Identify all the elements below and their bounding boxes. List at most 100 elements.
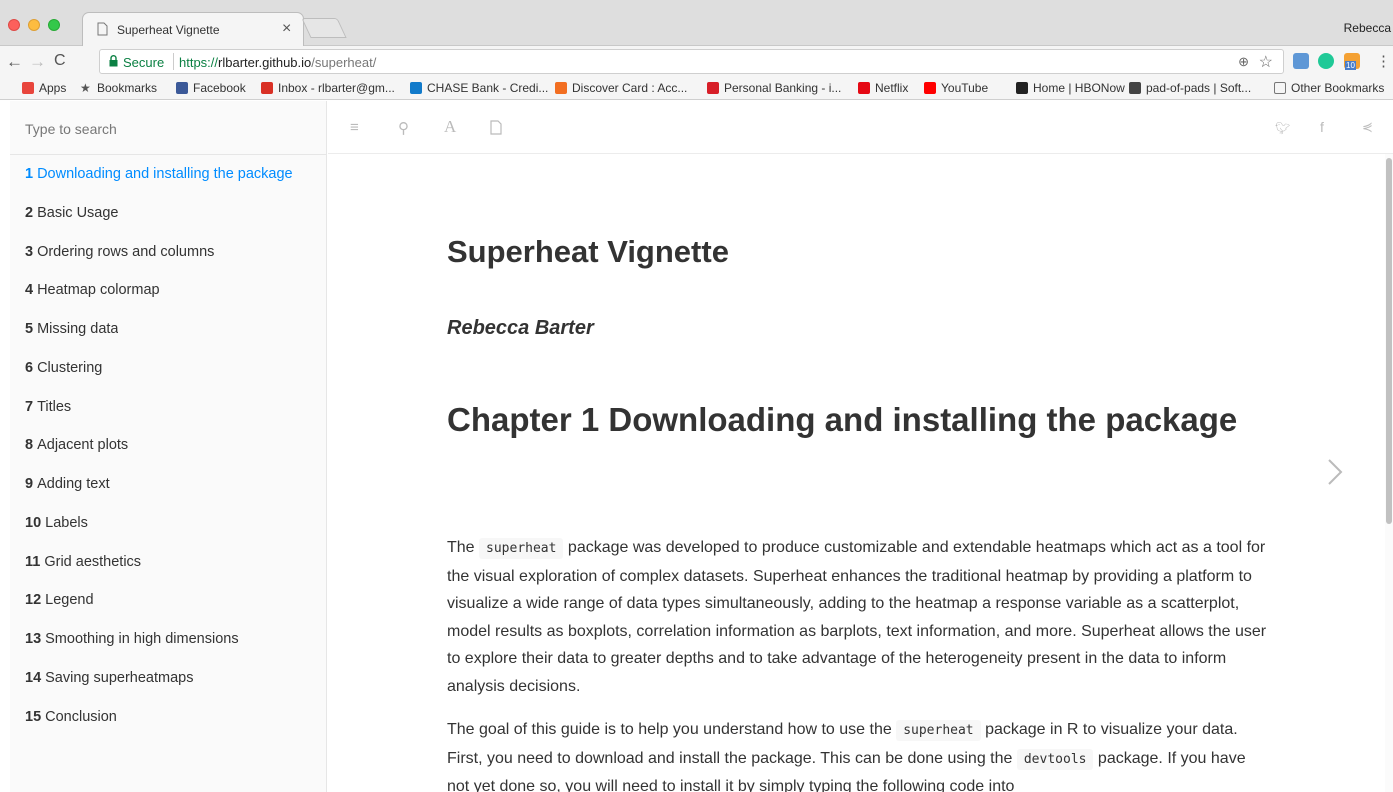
toc-item-number: 4 [25, 282, 34, 299]
toc-item-label: Titles [37, 398, 72, 415]
tab-title: Superheat Vignette [117, 23, 220, 37]
toc-item[interactable]: 2 Basic Usage [25, 205, 118, 221]
toc-item-label: Adding text [37, 476, 110, 492]
notes-extension-icon[interactable] [1293, 53, 1309, 69]
hamburger-menu-icon[interactable]: ≡ [350, 119, 359, 136]
bookmark-item[interactable]: ★ Bookmarks [80, 81, 157, 95]
bookmark-label: Personal Banking - i... [724, 81, 842, 95]
folder-icon [1274, 82, 1286, 94]
minimize-window-button[interactable] [28, 19, 40, 31]
toc-item[interactable]: 3 Ordering rows and columns [25, 244, 214, 260]
bookmark-label: Home | HBONow [1033, 81, 1125, 95]
bookmark-item[interactable]: Inbox - rlbarter@gm... [261, 81, 395, 95]
bookmark-item[interactable]: YouTube [924, 81, 988, 95]
netflix-icon [858, 82, 870, 94]
toc-item-number: 6 [25, 359, 34, 376]
notepad-icon [1129, 82, 1141, 94]
toc-item[interactable]: 14 Saving superheatmaps [25, 670, 193, 686]
bookmark-item[interactable]: Netflix [858, 81, 908, 95]
search-input[interactable]: Type to search [10, 101, 326, 155]
rss-extension-icon[interactable]: 10 [1344, 53, 1360, 70]
bookmark-item[interactable]: Home | HBONow [1016, 81, 1125, 95]
search-placeholder: Type to search [25, 121, 117, 137]
toc-item-number: 3 [25, 243, 34, 260]
toc-item-label: Legend [45, 592, 94, 609]
url-text[interactable]: https://rlbarter.github.io/superheat/ [179, 55, 376, 70]
bookmark-label: Discover Card : Acc... [572, 81, 688, 95]
toc-item[interactable]: 6 Clustering [25, 360, 102, 376]
inline-code: devtools [1016, 748, 1094, 770]
zoom-icon[interactable]: ⊕ [1238, 54, 1249, 70]
pdf-icon[interactable] [490, 120, 502, 135]
toc-item[interactable]: 9 Adding text [25, 476, 110, 492]
toc-item[interactable]: 12 Legend [25, 592, 94, 608]
twitter-icon[interactable]: 🐦︎ [1275, 121, 1290, 135]
back-arrow-icon[interactable]: ← [6, 52, 23, 72]
chrome-menu-icon[interactable]: ⋮ [1376, 52, 1391, 70]
book-header: ≡ ⚲ A 🐦︎ f ⋞ [328, 101, 1393, 154]
new-tab-button[interactable] [301, 18, 347, 38]
toc-item-number: 15 [25, 708, 42, 725]
browser-toolbar: ← → C Secure https://rlbarter.github.io/… [0, 46, 1393, 76]
search-icon[interactable]: ⚲ [398, 119, 409, 137]
apps-grid-icon [22, 82, 34, 94]
next-page-chevron-icon[interactable] [1325, 452, 1347, 492]
share-icon[interactable]: ⋞ [1362, 119, 1373, 135]
bookmark-item[interactable]: Other Bookmarks [1274, 81, 1384, 95]
toc-item[interactable]: 1 Downloading and installing the package [25, 166, 293, 182]
profile-name[interactable]: Rebecca [1344, 21, 1391, 35]
toc-item-label: Clustering [37, 359, 103, 376]
chapter-heading: Chapter 1 Downloading and installing the… [447, 401, 1238, 438]
active-tab[interactable]: Superheat Vignette × [82, 12, 304, 46]
bookmark-item[interactable]: Discover Card : Acc... [555, 81, 687, 95]
toc-item-number: 2 [25, 204, 34, 221]
bank-icon [707, 82, 719, 94]
toc-item[interactable]: 8 Adjacent plots [25, 437, 128, 453]
facebook-icon [176, 82, 188, 94]
bookmark-label: YouTube [941, 81, 989, 95]
fullscreen-window-button[interactable] [48, 19, 60, 31]
toc-item-number: 8 [25, 437, 34, 454]
toc-item[interactable]: 13 Smoothing in high dimensions [25, 631, 239, 647]
toc-item[interactable]: 15 Conclusion [25, 709, 117, 725]
toc-item-number: 10 [25, 514, 42, 531]
toc-item-label: Smoothing in high dimensions [45, 631, 239, 647]
bookmark-item[interactable]: Apps [22, 81, 66, 95]
toc-item[interactable]: 4 Heatmap colormap [25, 282, 160, 298]
close-window-button[interactable] [8, 19, 20, 31]
m-extension-icon[interactable] [1318, 53, 1334, 69]
toc-item-number: 13 [25, 631, 42, 647]
facebook-share-icon[interactable]: f [1320, 119, 1324, 135]
document-title: Superheat Vignette [447, 234, 729, 269]
bookmark-item[interactable]: pad-of-pads | Soft... [1129, 81, 1251, 95]
address-bar[interactable]: Secure https://rlbarter.github.io/superh… [99, 49, 1284, 74]
toc-item-number: 5 [25, 321, 34, 337]
forward-arrow-icon[interactable]: → [29, 52, 46, 72]
tab-close-icon[interactable]: × [282, 20, 291, 38]
bookmark-label: Bookmarks [97, 81, 158, 95]
toc-item-label: Heatmap colormap [37, 282, 160, 299]
reload-icon[interactable]: C [54, 52, 66, 70]
youtube-icon [924, 82, 936, 94]
author-name: Rebecca Barter [447, 317, 594, 339]
bookmark-label: CHASE Bank - Credi... [427, 81, 549, 95]
toc-item[interactable]: 10 Labels [25, 515, 88, 531]
toc-item-label: Ordering rows and columns [37, 243, 215, 260]
toc-item[interactable]: 7 Titles [25, 399, 71, 415]
font-settings-icon[interactable]: A [444, 117, 456, 137]
toc-item[interactable]: 5 Missing data [25, 321, 118, 337]
bookmark-label: Inbox - rlbarter@gm... [278, 81, 395, 95]
toc-item-label: Missing data [37, 321, 119, 337]
scrollbar-thumb[interactable] [1386, 158, 1392, 524]
toc-item[interactable]: 11 Grid aesthetics [25, 554, 141, 570]
bookmark-label: Netflix [875, 81, 909, 95]
toc-item-label: Basic Usage [37, 204, 119, 221]
browser-tabstrip: Superheat Vignette × Rebecca [0, 0, 1393, 46]
toc-item-label: Conclusion [45, 708, 117, 725]
toc-item-number: 9 [25, 476, 34, 492]
bookmark-star-icon[interactable]: ☆ [1259, 52, 1273, 72]
star-icon: ★ [80, 81, 91, 95]
bookmark-item[interactable]: CHASE Bank - Credi... [410, 81, 548, 95]
bookmark-item[interactable]: Facebook [176, 81, 246, 95]
bookmark-item[interactable]: Personal Banking - i... [707, 81, 841, 95]
